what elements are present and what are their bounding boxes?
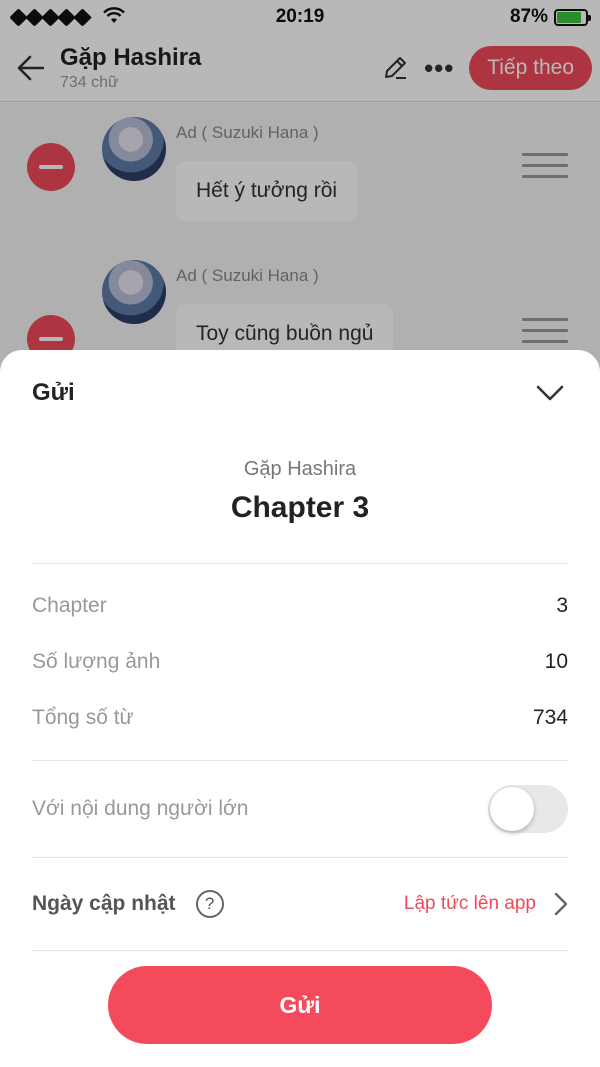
info-row-chapter: Chapter 3: [0, 578, 600, 634]
divider: [32, 950, 568, 951]
info-row-image-count: Số lượng ảnh 10: [0, 634, 600, 690]
help-icon[interactable]: ?: [195, 890, 224, 918]
info-value: 3: [556, 594, 568, 617]
chevron-right-icon: [554, 892, 568, 916]
info-label: Chapter: [32, 594, 107, 617]
toggle-knob: [490, 787, 534, 831]
chapter-info: Chapter 3 Số lượng ảnh 10 Tổng số từ 734: [0, 564, 600, 760]
adult-content-toggle[interactable]: [488, 785, 568, 833]
sheet-title: Gửi: [32, 379, 75, 406]
update-date-label: Ngày cập nhật: [32, 892, 176, 915]
info-value: 734: [532, 706, 568, 729]
update-date-row[interactable]: Ngày cập nhật ? Lập tức lên app: [0, 858, 600, 950]
info-value: 10: [544, 650, 568, 673]
chevron-down-icon: [536, 385, 564, 401]
adult-content-row: Với nội dung người lớn: [0, 761, 600, 857]
collapse-button[interactable]: [532, 375, 568, 411]
adult-content-label: Với nội dung người lớn: [32, 797, 249, 820]
info-row-word-count: Tổng số từ 734: [0, 690, 600, 746]
info-label: Tổng số từ: [32, 706, 134, 729]
update-date-value: Lập tức lên app: [403, 893, 536, 914]
info-label: Số lượng ảnh: [32, 650, 161, 673]
publish-sheet: Gửi Gặp Hashira Chapter 3 Chapter 3 Số l…: [0, 350, 600, 1067]
submit-button[interactable]: Gửi: [108, 966, 492, 1044]
story-name: Gặp Hashira: [243, 458, 357, 480]
chapter-title: Chapter 3: [230, 491, 370, 524]
